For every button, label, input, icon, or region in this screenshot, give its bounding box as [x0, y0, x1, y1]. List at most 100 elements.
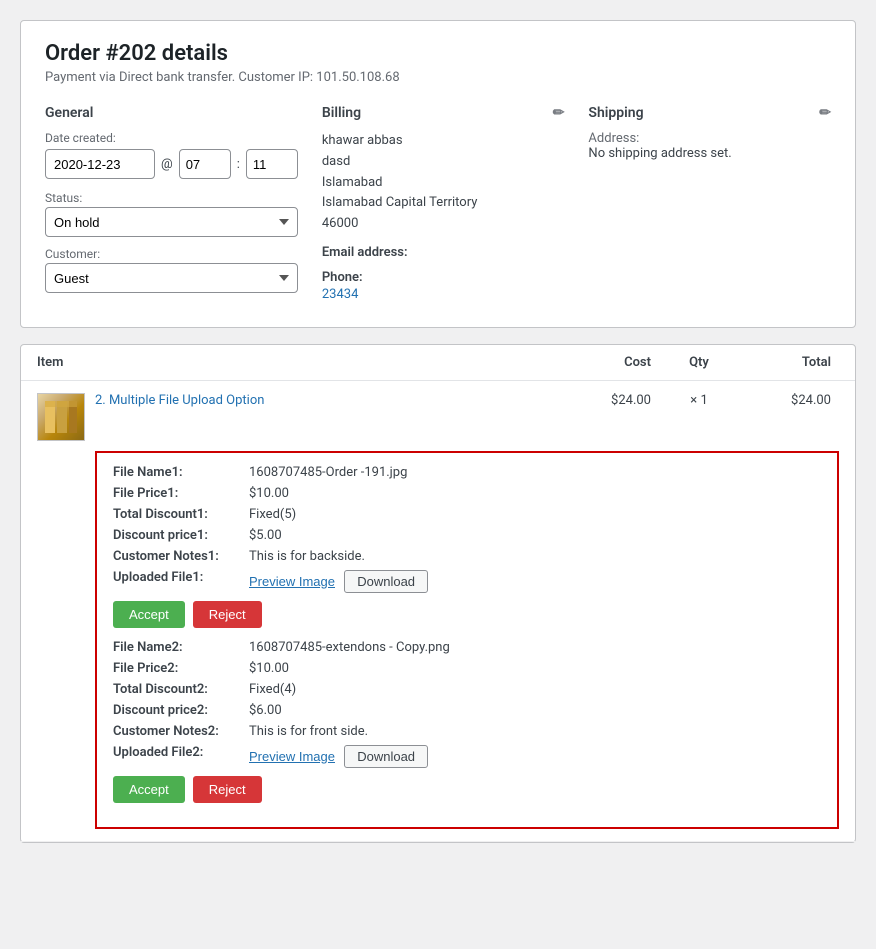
discount-price-label-2: Discount price2: [113, 703, 243, 718]
billing-city: Islamabad [322, 173, 565, 194]
accept-button-2[interactable]: Accept [113, 776, 185, 803]
customer-notes-label-2: Customer Notes2: [113, 724, 243, 739]
order-subtitle: Payment via Direct bank transfer. Custom… [45, 70, 831, 85]
phone-label: Phone: [322, 270, 565, 285]
preview-button-1[interactable]: Preview Image [249, 574, 335, 589]
qty-times: × [690, 393, 697, 408]
total-discount-value-2: Fixed(4) [249, 682, 296, 697]
billing-edit-icon[interactable]: ✏ [553, 105, 565, 121]
customer-notes-row-1: Customer Notes1: This is for backside. [113, 549, 821, 564]
customer-notes-value-2: This is for front side. [249, 724, 368, 739]
date-label: Date created: [45, 131, 298, 145]
discount-price-value-2: $6.00 [249, 703, 282, 718]
uploaded-file-label-1: Uploaded File1: [113, 570, 243, 585]
at-sign: @ [161, 157, 173, 172]
item-qty: × 1 [659, 393, 739, 408]
general-section: General Date created: @ : Status: Pendin… [45, 105, 298, 303]
date-input[interactable] [45, 149, 155, 179]
col-item: Item [37, 355, 559, 370]
item-cost: $24.00 [559, 393, 659, 408]
total-discount-value-1: Fixed(5) [249, 507, 296, 522]
shipping-label: Shipping ✏ [588, 105, 831, 121]
file-price-row-2: File Price2: $10.00 [113, 661, 821, 676]
phone-link[interactable]: 23434 [322, 287, 359, 302]
billing-state: Islamabad Capital Territory [322, 193, 565, 214]
minute-input[interactable] [246, 149, 298, 179]
customer-notes-value-1: This is for backside. [249, 549, 365, 564]
action-row-2: Accept Reject [113, 776, 821, 803]
status-label: Status: [45, 191, 298, 205]
billing-name: khawar abbas [322, 131, 565, 152]
shipping-address-value: No shipping address set. [588, 146, 831, 161]
file-section-1: File Name1: 1608707485-Order -191.jpg Fi… [113, 465, 821, 628]
download-button-1[interactable]: Download [344, 570, 428, 593]
general-label: General [45, 105, 298, 121]
discount-price-value-1: $5.00 [249, 528, 282, 543]
colon-sign: : [237, 157, 240, 172]
shipping-address-label: Address: [588, 131, 831, 146]
discount-price-label-1: Discount price1: [113, 528, 243, 543]
item-total: $24.00 [739, 393, 839, 408]
uploaded-file-actions-2: Preview Image Download [249, 745, 428, 768]
reject-button-2[interactable]: Reject [193, 776, 262, 803]
customer-select[interactable]: Guest [45, 263, 298, 293]
items-card: Item Cost Qty Total 2. Multiple Fil [20, 344, 856, 843]
email-label: Email address: [322, 245, 565, 260]
action-row-1: Accept Reject [113, 601, 821, 628]
customer-wrap: Guest [45, 263, 298, 293]
file-name-label-2: File Name2: [113, 640, 243, 655]
file-price-label-1: File Price1: [113, 486, 243, 501]
order-details-card: Order #202 details Payment via Direct ba… [20, 20, 856, 328]
col-cost: Cost [559, 355, 659, 370]
customer-label: Customer: [45, 247, 298, 261]
total-discount-row-2: Total Discount2: Fixed(4) [113, 682, 821, 697]
billing-company: dasd [322, 152, 565, 173]
billing-section: Billing ✏ khawar abbas dasd Islamabad Is… [322, 105, 565, 303]
file-price-row-1: File Price1: $10.00 [113, 486, 821, 501]
total-discount-label-2: Total Discount2: [113, 682, 243, 697]
discount-price-row-1: Discount price1: $5.00 [113, 528, 821, 543]
total-discount-label-1: Total Discount1: [113, 507, 243, 522]
file-price-label-2: File Price2: [113, 661, 243, 676]
item-product-link[interactable]: 2. Multiple File Upload Option [95, 393, 264, 408]
order-item-row: 2. Multiple File Upload Option $24.00 × … [21, 381, 855, 842]
hour-input[interactable] [179, 149, 231, 179]
shipping-section: Shipping ✏ Address: No shipping address … [588, 105, 831, 303]
date-row: @ : [45, 149, 298, 179]
billing-label: Billing ✏ [322, 105, 565, 121]
file-price-value-1: $10.00 [249, 486, 289, 501]
billing-postcode: 46000 [322, 214, 565, 235]
download-button-2[interactable]: Download [344, 745, 428, 768]
uploaded-file-actions-1: Preview Image Download [249, 570, 428, 593]
uploaded-file-row-2: Uploaded File2: Preview Image Download [113, 745, 821, 768]
status-select[interactable]: Pending payment Processing On hold Compl… [45, 207, 298, 237]
file-name-row-2: File Name2: 1608707485-extendons - Copy.… [113, 640, 821, 655]
file-price-value-2: $10.00 [249, 661, 289, 676]
customer-notes-row-2: Customer Notes2: This is for front side. [113, 724, 821, 739]
col-total: Total [739, 355, 839, 370]
thumb-placeholder [38, 394, 84, 440]
file-name-row-1: File Name1: 1608707485-Order -191.jpg [113, 465, 821, 480]
accept-button-1[interactable]: Accept [113, 601, 185, 628]
items-header: Item Cost Qty Total [21, 345, 855, 381]
file-section-2: File Name2: 1608707485-extendons - Copy.… [113, 640, 821, 803]
sections-grid: General Date created: @ : Status: Pendin… [45, 105, 831, 303]
thumb-svg [43, 399, 79, 435]
total-discount-row-1: Total Discount1: Fixed(5) [113, 507, 821, 522]
shipping-edit-icon[interactable]: ✏ [819, 105, 831, 121]
qty-num: 1 [700, 393, 707, 408]
preview-button-2[interactable]: Preview Image [249, 749, 335, 764]
item-top: 2. Multiple File Upload Option $24.00 × … [37, 393, 839, 441]
customer-notes-label-1: Customer Notes1: [113, 549, 243, 564]
item-thumb-name: 2. Multiple File Upload Option [37, 393, 559, 441]
file-name-label-1: File Name1: [113, 465, 243, 480]
status-wrap: Pending payment Processing On hold Compl… [45, 207, 298, 237]
billing-details: khawar abbas dasd Islamabad Islamabad Ca… [322, 131, 565, 235]
order-title: Order #202 details [45, 41, 831, 66]
item-thumbnail [37, 393, 85, 441]
uploaded-file-label-2: Uploaded File2: [113, 745, 243, 760]
discount-price-row-2: Discount price2: $6.00 [113, 703, 821, 718]
col-qty: Qty [659, 355, 739, 370]
reject-button-1[interactable]: Reject [193, 601, 262, 628]
file-name-value-2: 1608707485-extendons - Copy.png [249, 640, 450, 655]
